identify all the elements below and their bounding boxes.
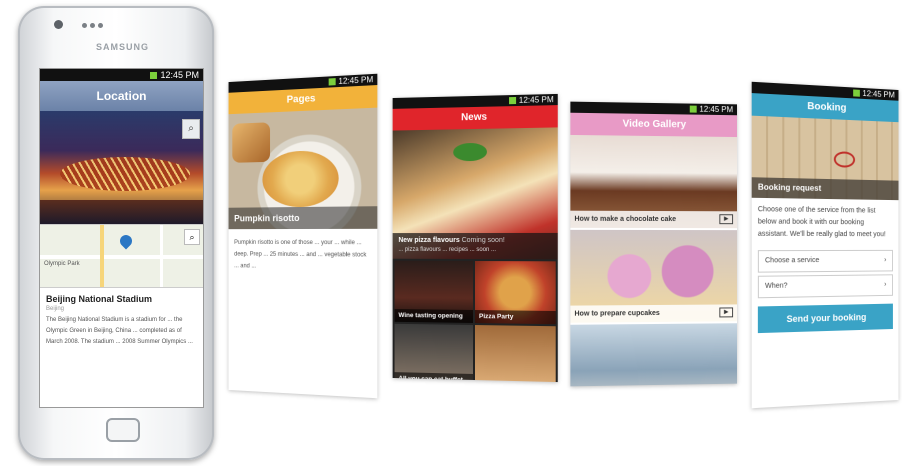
chevron-right-icon: › xyxy=(884,256,887,264)
stadium-image xyxy=(60,157,190,191)
video-screen: 12:45 PM Video Gallery How to make a cho… xyxy=(570,101,737,387)
status-time: 12:45 PM xyxy=(862,88,895,100)
news-headline-overlay: New pizza flavours Coming soon! ... pizz… xyxy=(392,232,558,260)
video-caption: How to prepare cupcakes xyxy=(570,304,737,323)
status-time: 12:45 PM xyxy=(160,70,199,80)
basil-image xyxy=(453,142,487,162)
date-select[interactable]: When? › xyxy=(757,274,893,299)
place-description: The Beijing National Stadium is a stadiu… xyxy=(46,317,193,345)
video-header: Video Gallery xyxy=(570,112,737,138)
phone-screen: 12:45 PM Location ⌕ Olympic Park ⌕ Beiji… xyxy=(39,68,204,408)
place-sub: Beijing xyxy=(46,306,65,312)
signal-icon xyxy=(150,72,158,80)
news-tile[interactable]: Pizza Party xyxy=(474,261,556,325)
news-grid: Wine tasting opening Pizza Party All you… xyxy=(392,258,558,383)
status-time: 12:45 PM xyxy=(699,104,734,115)
map-road xyxy=(160,225,163,287)
news-hero[interactable]: New pizza flavours Coming soon! ... pizz… xyxy=(392,127,558,260)
stadium-photo: ⌕ xyxy=(40,111,203,224)
booking-subheader: Booking request xyxy=(751,177,899,201)
news-tile-label: Wine tasting opening xyxy=(394,308,474,323)
screenshot: SAMSUNG 12:45 PM Location ⌕ Olympic Park… xyxy=(0,0,902,466)
news-headline: New pizza flavours Coming soon! xyxy=(398,237,551,244)
play-icon[interactable]: ▶ xyxy=(719,214,734,225)
news-tile[interactable]: All you can eat buffet xyxy=(394,323,474,383)
zoom-icon[interactable]: ⌕ xyxy=(182,119,200,139)
status-time: 12:45 PM xyxy=(518,95,554,105)
news-screen: 12:45 PM News New pizza flavours Coming … xyxy=(392,93,558,383)
news-header: News xyxy=(392,105,558,131)
news-headline-tag: Coming soon! xyxy=(461,236,505,245)
signal-icon xyxy=(508,97,516,105)
news-tile[interactable]: Wine tasting opening xyxy=(394,260,474,323)
video-item[interactable]: How to prepare cupcakes ▶ xyxy=(570,229,737,323)
pages-text: Pumpkin risotto is one of those ... your… xyxy=(234,239,367,270)
location-map[interactable]: Olympic Park ⌕ xyxy=(40,224,203,288)
service-select-label: Choose a service xyxy=(765,257,820,265)
phone-device: SAMSUNG 12:45 PM Location ⌕ Olympic Park… xyxy=(18,6,214,460)
pages-screen: 12:45 PM Pages Pumpkin risotto Pumpkin r… xyxy=(228,73,378,399)
news-tile[interactable] xyxy=(474,325,556,383)
map-label: Olympic Park xyxy=(44,261,80,267)
video-item[interactable]: How to make a chocolate cake ▶ xyxy=(570,134,737,229)
news-headline-desc: ... pizza flavours ... recipes ... soon … xyxy=(398,246,497,254)
pages-caption: Pumpkin risotto xyxy=(228,206,378,230)
news-tile-label: Pizza Party xyxy=(474,310,556,325)
bread-image xyxy=(232,122,271,163)
calendar-circle xyxy=(833,151,856,168)
news-tile-label: All you can eat buffet xyxy=(394,372,474,383)
home-button[interactable] xyxy=(106,418,140,442)
service-select[interactable]: Choose a service › xyxy=(757,249,893,273)
place-name: Beijing National Stadium xyxy=(46,294,153,304)
video-caption: How to make a chocolate cake xyxy=(570,210,737,229)
sensor-icon xyxy=(98,23,103,28)
map-zoom-icon[interactable]: ⌕ xyxy=(184,229,200,245)
status-time: 12:45 PM xyxy=(338,74,374,87)
sensor-icon xyxy=(82,23,87,28)
news-headline-title: New pizza flavours xyxy=(398,237,460,244)
signal-icon xyxy=(328,78,336,86)
sensor-icon xyxy=(90,23,95,28)
water-reflection xyxy=(40,200,203,224)
camera-icon xyxy=(54,20,63,29)
phone-brand: SAMSUNG xyxy=(96,42,150,52)
send-booking-button[interactable]: Send your booking xyxy=(757,303,893,334)
signal-icon xyxy=(852,89,860,98)
booking-screen: 12:45 PM Booking Booking request Choose … xyxy=(751,81,899,409)
map-road xyxy=(100,225,104,287)
chevron-right-icon: › xyxy=(884,281,887,289)
location-header: Location xyxy=(40,81,203,111)
date-select-label: When? xyxy=(765,282,788,290)
map-road xyxy=(40,255,203,259)
map-pin-icon[interactable] xyxy=(117,232,135,250)
booking-text: Choose one of the service from the list … xyxy=(757,206,886,239)
play-icon[interactable]: ▶ xyxy=(719,307,734,318)
risotto-image xyxy=(262,149,339,208)
status-bar: 12:45 PM xyxy=(40,69,203,81)
signal-icon xyxy=(689,105,697,114)
video-item[interactable] xyxy=(570,323,737,387)
